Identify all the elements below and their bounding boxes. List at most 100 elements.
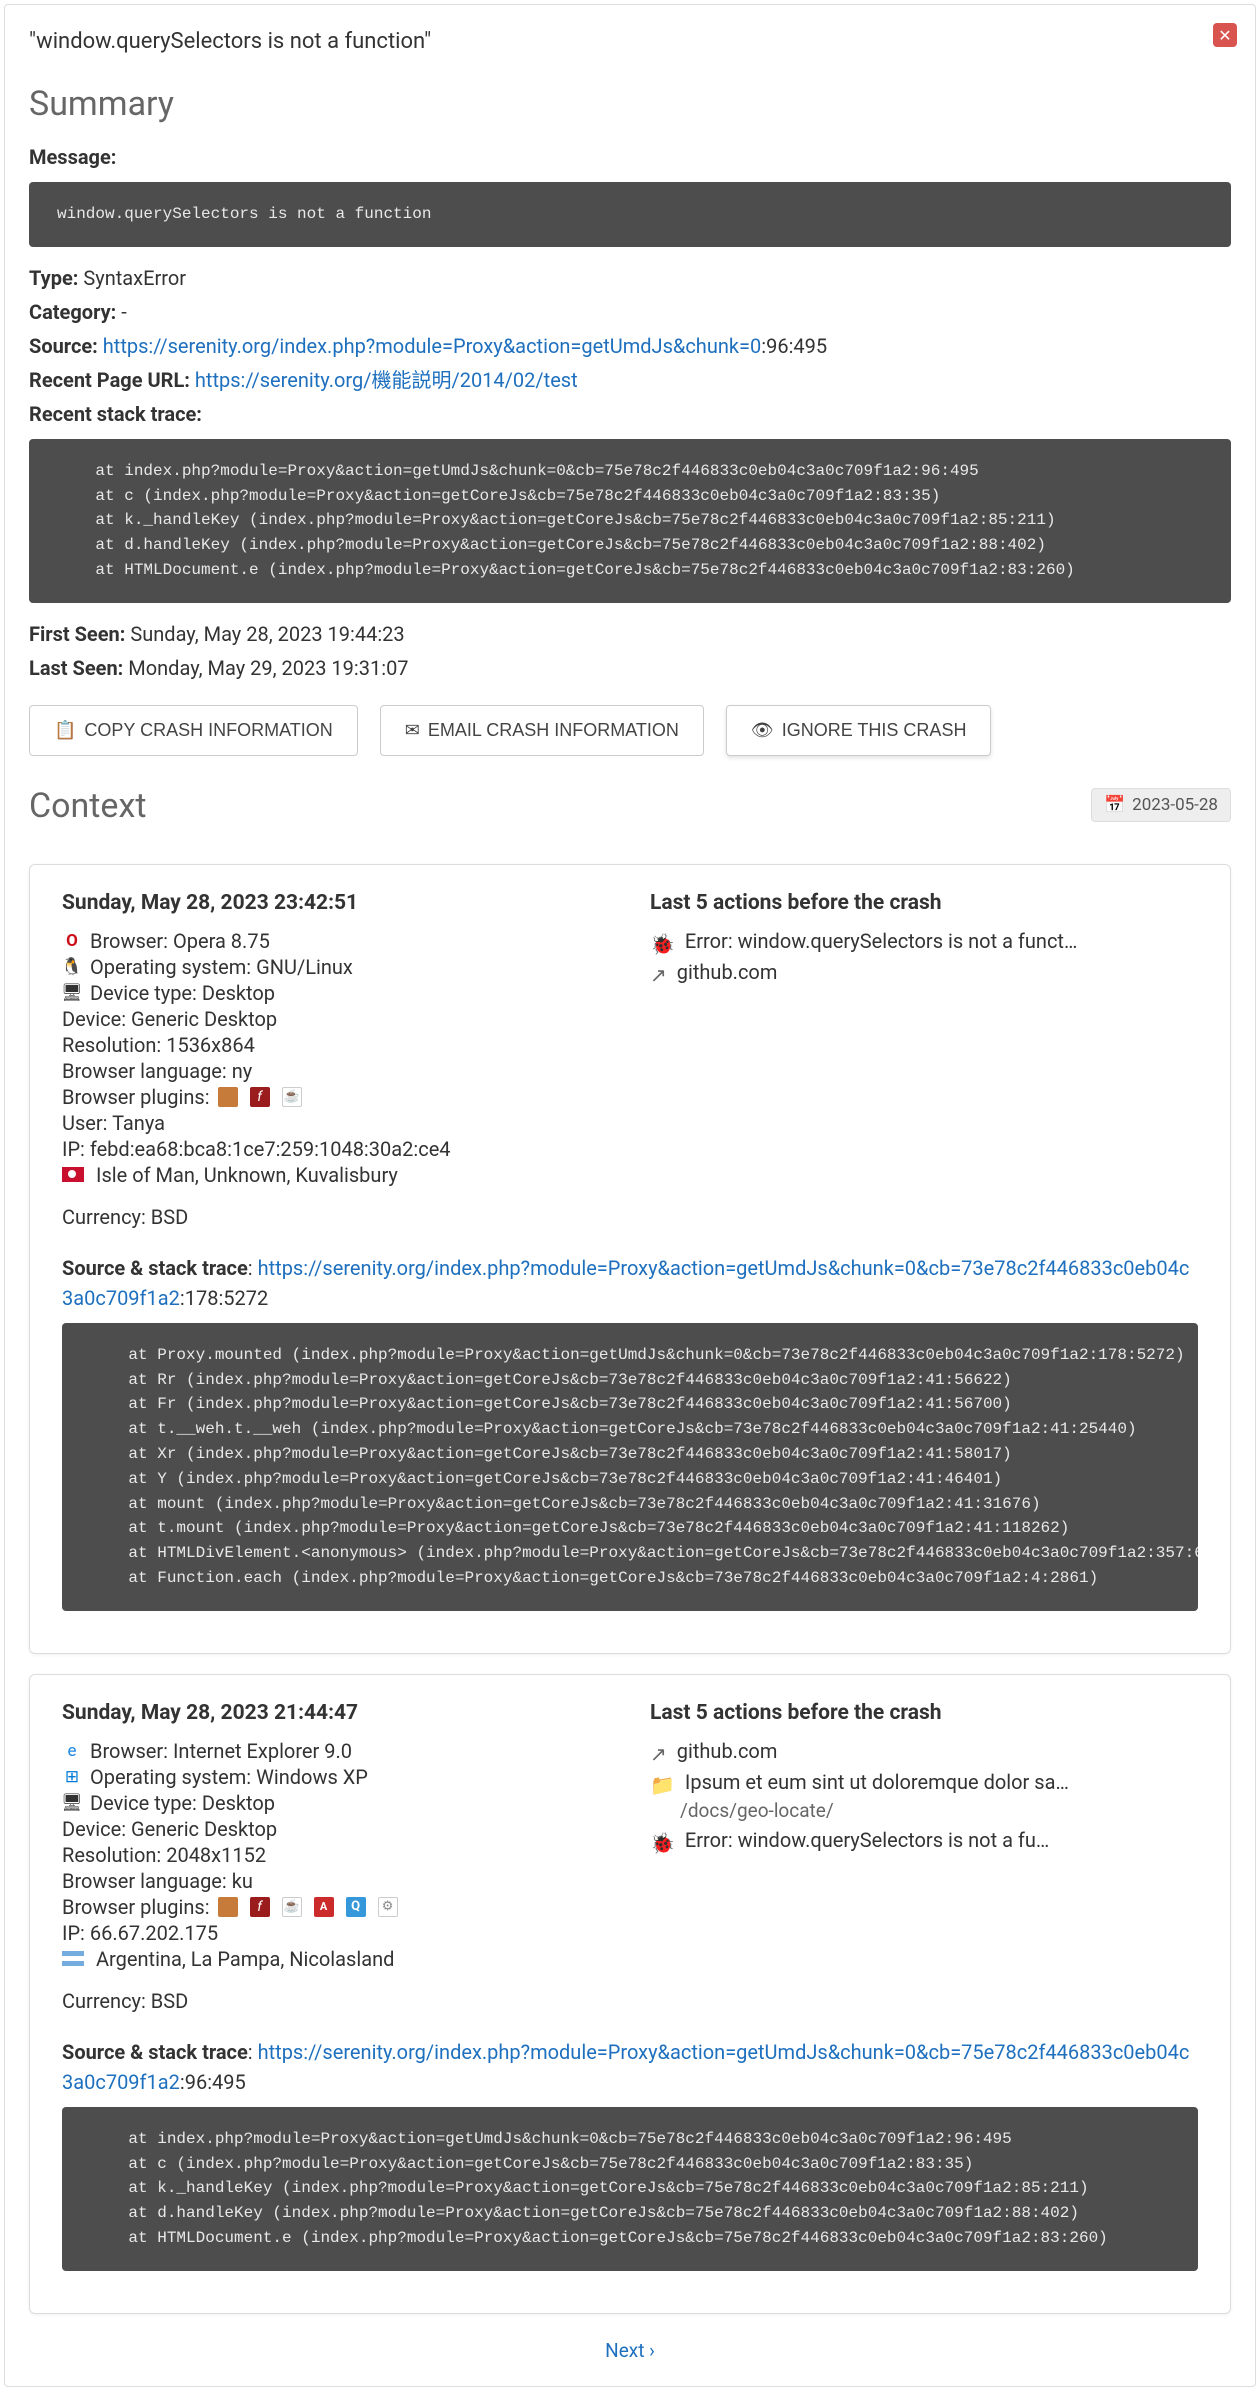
- plugins-line: Browser plugins: f ☕: [62, 1085, 610, 1109]
- type-value: SyntaxError: [83, 266, 186, 290]
- flash-plugin-icon: f: [250, 1087, 270, 1107]
- flag-icon: [62, 1951, 84, 1966]
- card-source-label: Source & stack trace: [62, 2040, 248, 2064]
- calendar-icon: 📅: [1104, 795, 1125, 815]
- currency-line: Currency: BSD: [62, 1205, 610, 1229]
- ignore-label: IGNORE THIS CRASH: [782, 720, 967, 741]
- last-seen-row: Last Seen: Monday, May 29, 2023 19:31:07: [29, 653, 1231, 683]
- device-type-line: 🖥Device type: Desktop: [62, 981, 610, 1005]
- windows-icon: ⊞: [62, 1767, 82, 1787]
- stack-label: Recent stack trace:: [29, 402, 202, 426]
- source-row: Source: https://serenity.org/index.php?m…: [29, 331, 1231, 361]
- card-source-row: Source & stack trace: https://serenity.o…: [62, 1253, 1198, 1313]
- envelope-icon: ✉: [405, 720, 420, 741]
- opera-icon: O: [62, 931, 82, 951]
- source-link[interactable]: https://serenity.org/index.php?module=Pr…: [103, 334, 761, 358]
- last-seen-value: Monday, May 29, 2023 19:31:07: [128, 656, 408, 680]
- java-plugin-icon: ☕: [282, 1087, 302, 1107]
- user-line: User: Tanya: [62, 1111, 610, 1135]
- resolution-line: Resolution: 2048x1152: [62, 1843, 610, 1867]
- eye-icon: 👁: [751, 720, 774, 741]
- flag-icon: [62, 1167, 84, 1182]
- lang-line: Browser language: ku: [62, 1869, 610, 1893]
- action-sub: /docs/geo-locate/: [680, 1799, 1198, 1822]
- desktop-icon: 🖥: [62, 983, 82, 1003]
- plugins-line: Browser plugins: f ☕ A Q ⚙: [62, 1895, 610, 1919]
- action-buttons: 📋 COPY CRASH INFORMATION ✉ EMAIL CRASH I…: [29, 705, 1231, 756]
- action-item: ↗ github.com: [650, 960, 1198, 987]
- java-plugin-icon: ☕: [282, 1897, 302, 1917]
- actions-heading: Last 5 actions before the crash: [650, 1701, 1198, 1725]
- card-stack-block: at Proxy.mounted (index.php?module=Proxy…: [62, 1323, 1198, 1611]
- last-seen-label: Last Seen:: [29, 656, 123, 680]
- close-icon: ✕: [1218, 26, 1231, 45]
- action-item: 📁 Ipsum et eum sint ut doloremque dolor …: [650, 1770, 1198, 1797]
- crash-panel: ✕ "window.querySelectors is not a functi…: [4, 4, 1256, 2387]
- type-row: Type: SyntaxError: [29, 263, 1231, 293]
- gears-plugin-icon: ⚙: [378, 1897, 398, 1917]
- cookie-plugin-icon: [218, 1897, 238, 1917]
- os-line: ⊞Operating system: Windows XP: [62, 1765, 610, 1789]
- card-time: Sunday, May 28, 2023 21:44:47: [62, 1701, 610, 1725]
- date-filter[interactable]: 📅 2023-05-28: [1091, 788, 1231, 822]
- ip-line: IP: febd:ea68:bca8:1ce7:259:1048:30a2:ce…: [62, 1137, 610, 1161]
- stack-block: at index.php?module=Proxy&action=getUmdJ…: [29, 439, 1231, 603]
- os-line: 🐧Operating system: GNU/Linux: [62, 955, 610, 979]
- date-filter-value: 2023-05-28: [1132, 795, 1218, 815]
- location-line: Isle of Man, Unknown, Kuvalisbury: [62, 1163, 610, 1187]
- device-model-line: Device: Generic Desktop: [62, 1817, 610, 1841]
- summary-heading: Summary: [29, 84, 1231, 124]
- copy-label: COPY CRASH INFORMATION: [84, 720, 332, 741]
- pdf-plugin-icon: A: [314, 1897, 334, 1917]
- quicktime-plugin-icon: Q: [346, 1897, 366, 1917]
- card-source-suffix: :96:495: [180, 2070, 246, 2094]
- flash-plugin-icon: f: [250, 1897, 270, 1917]
- recent-url-label: Recent Page URL:: [29, 368, 190, 392]
- bug-icon: 🐞: [650, 932, 675, 956]
- ip-line: IP: 66.67.202.175: [62, 1921, 610, 1945]
- message-block: window.querySelectors is not a function: [29, 182, 1231, 247]
- location-line: Argentina, La Pampa, Nicolasland: [62, 1947, 610, 1971]
- close-button[interactable]: ✕: [1213, 23, 1237, 47]
- category-value: -: [121, 300, 127, 324]
- source-label: Source:: [29, 334, 98, 358]
- message-label: Message:: [29, 145, 116, 169]
- linux-icon: 🐧: [62, 957, 82, 977]
- card-source-row: Source & stack trace: https://serenity.o…: [62, 2037, 1198, 2097]
- crash-context-card: Sunday, May 28, 2023 21:44:47 eBrowser: …: [29, 1674, 1231, 2314]
- first-seen-label: First Seen:: [29, 622, 125, 646]
- pager: Next ›: [29, 2338, 1231, 2362]
- category-label: Category:: [29, 300, 116, 324]
- card-stack-block: at index.php?module=Proxy&action=getUmdJ…: [62, 2107, 1198, 2271]
- recent-url-link[interactable]: https://serenity.org/機能説明/2014/02/test: [195, 368, 578, 392]
- resolution-line: Resolution: 1536x864: [62, 1033, 610, 1057]
- first-seen-row: First Seen: Sunday, May 28, 2023 19:44:2…: [29, 619, 1231, 649]
- category-row: Category: -: [29, 297, 1231, 327]
- email-crash-button[interactable]: ✉ EMAIL CRASH INFORMATION: [380, 705, 704, 756]
- action-item: 🐞 Error: window.querySelectors is not a …: [650, 929, 1198, 956]
- folder-icon: 📁: [650, 1773, 675, 1797]
- action-item: 🐞 Error: window.querySelectors is not a …: [650, 1828, 1198, 1855]
- currency-line: Currency: BSD: [62, 1989, 610, 2013]
- device-model-line: Device: Generic Desktop: [62, 1007, 610, 1031]
- next-page-link[interactable]: Next ›: [605, 2339, 655, 2362]
- card-time: Sunday, May 28, 2023 23:42:51: [62, 891, 610, 915]
- clipboard-icon: 📋: [54, 720, 76, 741]
- browser-line: OBrowser: Opera 8.75: [62, 929, 610, 953]
- ignore-crash-button[interactable]: 👁 IGNORE THIS CRASH: [726, 705, 992, 756]
- cookie-plugin-icon: [218, 1087, 238, 1107]
- actions-heading: Last 5 actions before the crash: [650, 891, 1198, 915]
- ie-icon: e: [62, 1741, 82, 1761]
- lang-line: Browser language: ny: [62, 1059, 610, 1083]
- bug-icon: 🐞: [650, 1831, 675, 1855]
- crash-context-card: Sunday, May 28, 2023 23:42:51 OBrowser: …: [29, 864, 1231, 1654]
- card-source-suffix: :178:5272: [180, 1286, 268, 1310]
- copy-crash-button[interactable]: 📋 COPY CRASH INFORMATION: [29, 705, 358, 756]
- device-type-line: 🖥Device type: Desktop: [62, 1791, 610, 1815]
- browser-line: eBrowser: Internet Explorer 9.0: [62, 1739, 610, 1763]
- desktop-icon: 🖥: [62, 1793, 82, 1813]
- recent-url-row: Recent Page URL: https://serenity.org/機能…: [29, 365, 1231, 395]
- first-seen-value: Sunday, May 28, 2023 19:44:23: [130, 622, 404, 646]
- external-link-icon: ↗: [650, 1742, 667, 1766]
- crash-title: "window.querySelectors is not a function…: [29, 29, 1231, 54]
